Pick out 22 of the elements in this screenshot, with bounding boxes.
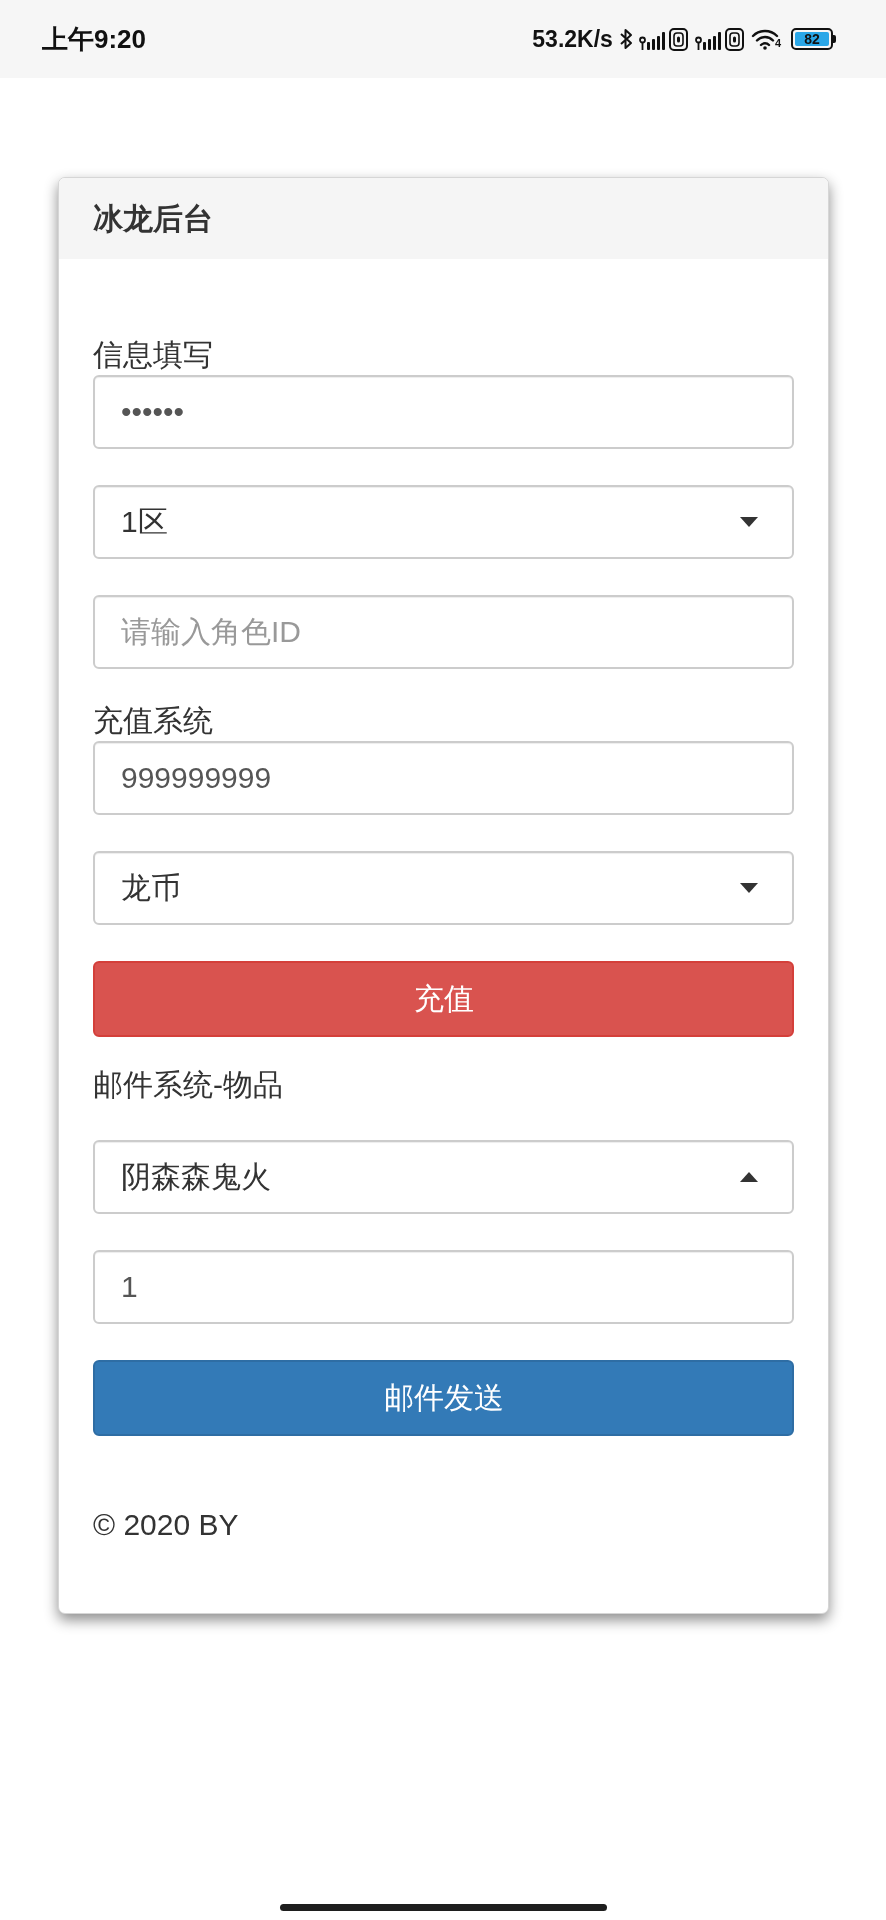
form-label: 信息填写 [93,337,213,373]
cellular-signal-icon [694,27,745,51]
wifi-generation-label: 4 [774,37,781,49]
form-button[interactable]: 邮件发送 [93,1360,794,1436]
section-title: 邮件系统-物品 [93,1067,283,1103]
select-field[interactable]: 龙币 [93,851,794,925]
input-field[interactable]: 999999999 [93,741,794,815]
input-field[interactable]: 请输入角色ID [93,595,794,669]
battery-percentage: 82 [804,32,820,46]
bluetooth-icon [618,27,633,51]
form-label: 充值系统 [93,703,213,739]
password-field[interactable]: •••••• [93,375,794,449]
wifi-icon [750,28,779,50]
cellular-signal-icon [638,27,689,51]
copyright-text: © 2020 BY [93,1507,239,1543]
card-title: 冰龙后台 [93,200,213,237]
status-time: 上午9:20 [42,24,147,54]
select-field[interactable]: 1区 [93,485,794,559]
input-field[interactable]: 1 [93,1250,794,1324]
network-speed: 53.2K/s [532,25,613,53]
select-field[interactable]: 阴森森鬼火 [93,1140,794,1214]
form-button[interactable]: 充值 [93,961,794,1037]
